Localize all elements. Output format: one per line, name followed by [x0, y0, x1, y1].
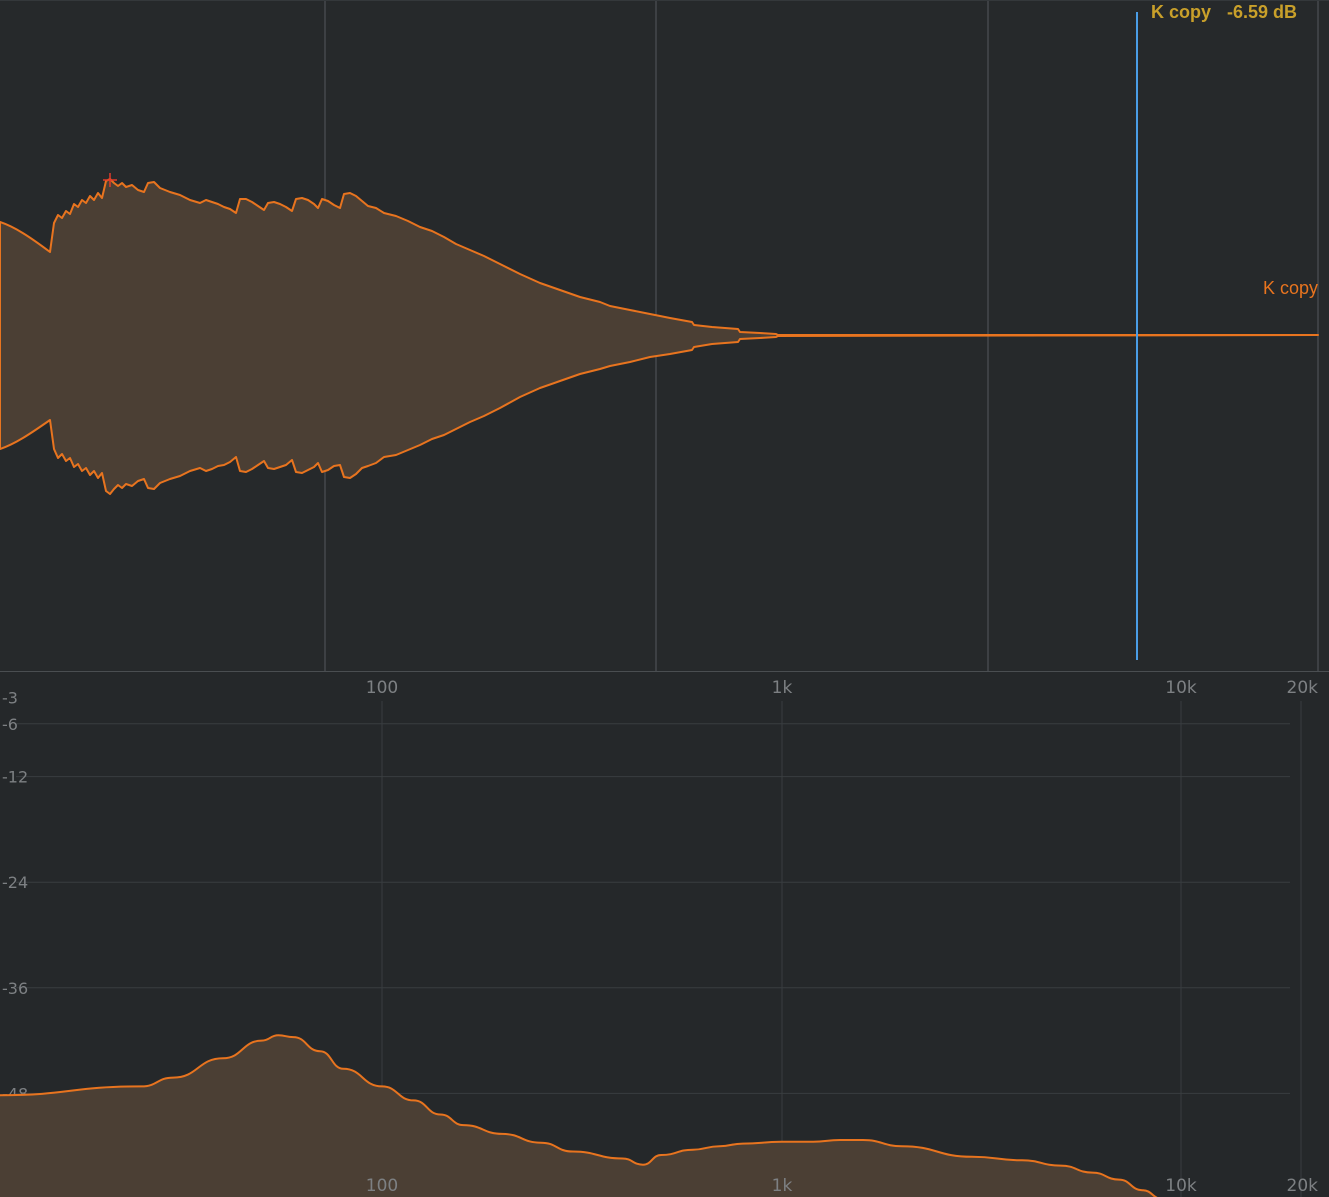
- freq-tick-label-top: 1k: [772, 678, 793, 698]
- waveform-panel[interactable]: K copy -6.59 dB K copy: [0, 0, 1329, 672]
- db-tick-label: -3: [2, 688, 18, 707]
- freq-tick-label-bottom: 100: [366, 1176, 398, 1196]
- waveform-view[interactable]: K copy -6.59 dB K copy: [0, 1, 1329, 672]
- db-tick-label: -12: [2, 768, 28, 787]
- spectrum-chart[interactable]: -3-6-12-24-36-48 100 1k 10k 20k 100 1k 10k 20k: [0, 671, 1329, 1197]
- freq-tick-label-bottom: 1k: [772, 1176, 793, 1196]
- spectrum-panel[interactable]: -3 -6 -12 -24 -36 -48 100 1k 10k 20k 100 1k 10k 20k: [0, 671, 1329, 1197]
- freq-tick-label-top: 100: [366, 678, 398, 698]
- freq-tick-label-bottom: 10k: [1165, 1176, 1197, 1196]
- db-tick-label: -6: [2, 715, 18, 734]
- cursor-readout-label: K copy: [1151, 2, 1211, 22]
- audio-analyzer-window: K copy -6.59 dB K copy -3 -6 -12 -24 -36 -48 …: [0, 0, 1329, 1197]
- freq-tick-label-bottom: 20k: [1287, 1176, 1319, 1196]
- db-tick-label: -36: [2, 979, 28, 998]
- freq-tick-label-top: 20k: [1287, 678, 1319, 698]
- cursor-readout-value: -6.59 dB: [1227, 2, 1297, 22]
- freq-tick-label-top: 10k: [1165, 678, 1197, 698]
- track-name-label: K copy: [1263, 278, 1318, 298]
- db-tick-label: -24: [2, 873, 28, 892]
